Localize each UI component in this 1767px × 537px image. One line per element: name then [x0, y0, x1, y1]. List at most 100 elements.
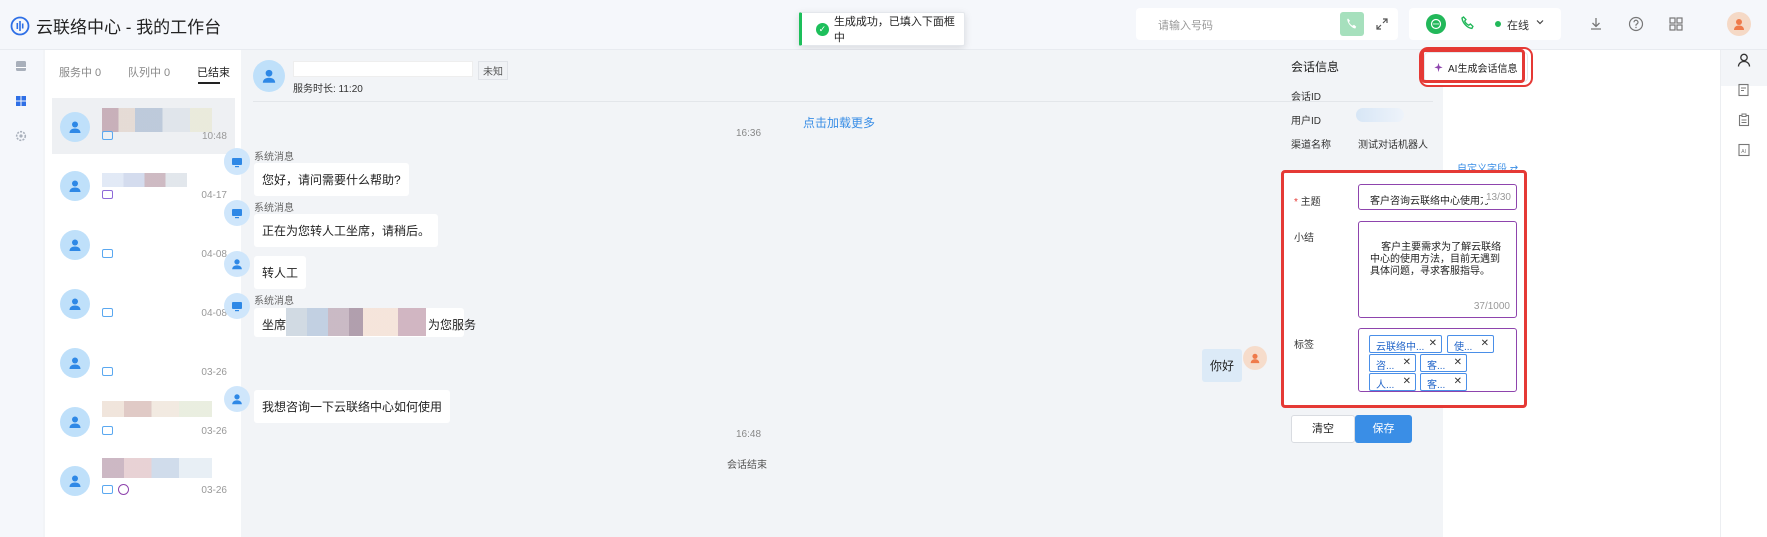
- close-icon[interactable]: ✕: [1454, 376, 1462, 387]
- tag-chip[interactable]: 咨... ✕: [1369, 354, 1416, 372]
- tags-input[interactable]: 云联络中... ✕ 使... ✕ 咨... ✕ 客... ✕ 人... ✕ 客... ✕: [1358, 328, 1517, 392]
- close-icon[interactable]: ✕: [1403, 376, 1411, 387]
- message-bubble-agent: 你好: [1202, 349, 1243, 382]
- left-nav: [0, 50, 43, 537]
- system-avatar: [224, 293, 250, 319]
- tag-chip[interactable]: 客... ✕: [1420, 373, 1467, 391]
- save-button[interactable]: 保存: [1355, 415, 1412, 443]
- channel-icon: [102, 367, 113, 376]
- tag-chip[interactable]: 使... ✕: [1447, 335, 1494, 353]
- session-info-title: 会话信息: [1291, 60, 1340, 74]
- system-message-label: 系统消息: [254, 296, 294, 307]
- phone-icon[interactable]: [1459, 14, 1477, 32]
- customer-tag: 未知: [478, 61, 508, 80]
- status-label[interactable]: 在线: [1507, 17, 1529, 33]
- help-icon[interactable]: [1626, 14, 1646, 34]
- close-icon[interactable]: ✕: [1481, 338, 1489, 349]
- conversation-item[interactable]: 04-17: [52, 157, 235, 213]
- conversation-time: 04-17: [201, 190, 227, 201]
- close-icon[interactable]: ✕: [1403, 357, 1411, 368]
- chat-icon[interactable]: [1426, 14, 1446, 34]
- logo-icon: [10, 16, 30, 36]
- message-text: 正在为您转人工坐席，请稍后。: [262, 224, 431, 238]
- active-tab-underline: [198, 82, 220, 84]
- conversation-item[interactable]: 10:48: [52, 98, 235, 154]
- settings-icon[interactable]: [13, 128, 29, 144]
- conversation-item[interactable]: 03-26: [52, 452, 235, 508]
- customer-avatar: [60, 466, 90, 496]
- summary-value: 客户主要需求为了解云联络中心的使用方法，目前无遇到具体问题，寻求客服指导。: [1370, 242, 1502, 277]
- system-message-label: 系统消息: [254, 152, 294, 163]
- conversation-time: 03-26: [201, 485, 227, 496]
- inbox-icon[interactable]: [13, 58, 29, 74]
- expand-icon[interactable]: [1372, 14, 1392, 34]
- redacted-name: [102, 108, 212, 132]
- subject-input[interactable]: 客户咨询云联络中心使用方 13/30: [1358, 184, 1517, 210]
- subject-value: 客户咨询云联络中心使用方: [1370, 196, 1490, 207]
- close-icon[interactable]: ✕: [1454, 357, 1462, 368]
- channel-icon: [102, 190, 113, 199]
- chat-header: 未知 服务时长: 11:20: [253, 58, 1433, 102]
- ai-generate-button[interactable]: AI生成会话信息: [1424, 52, 1528, 82]
- load-more-link[interactable]: 点击加载更多: [803, 114, 875, 131]
- subject-label-text: 主题: [1300, 197, 1321, 208]
- user-id-label: 用户ID: [1291, 116, 1321, 127]
- system-avatar: [224, 149, 250, 175]
- customer-avatar: [60, 112, 90, 142]
- ai-button-label: AI生成会话信息: [1448, 63, 1518, 75]
- close-icon[interactable]: ✕: [1429, 338, 1437, 349]
- online-dot: [1495, 21, 1501, 27]
- timestamp: 16:36: [736, 128, 762, 139]
- record-edit-icon[interactable]: [1735, 81, 1753, 99]
- message-text: 我想咨询一下云联络中心如何使用: [262, 400, 443, 414]
- conversation-time: 03-26: [201, 426, 227, 437]
- download-icon[interactable]: [1586, 14, 1606, 34]
- clipboard-icon[interactable]: [1735, 111, 1753, 129]
- conversation-tabs: 服务中 0 队列中 0 已结束: [45, 62, 241, 82]
- conversation-item[interactable]: 03-26: [52, 334, 235, 390]
- conversation-item[interactable]: 03-26: [52, 393, 235, 449]
- call-button[interactable]: [1340, 12, 1364, 36]
- apps-grid-icon[interactable]: [1666, 14, 1686, 34]
- tag-label: 咨...: [1376, 361, 1395, 372]
- top-bar: 云联络中心 - 我的工作台 ✓ 生成成功，已填入下面框中 请输入号码 在线: [0, 0, 1767, 50]
- message-bubble: 我想咨询一下云联络中心如何使用: [254, 390, 451, 423]
- channel-icon: [102, 131, 113, 140]
- workbench-icon[interactable]: [13, 93, 29, 109]
- channel-name-label: 渠道名称: [1291, 140, 1331, 151]
- clear-button[interactable]: 清空: [1291, 415, 1355, 443]
- message-text-post: 为您服务: [428, 318, 477, 332]
- conversation-item[interactable]: 04-08: [52, 275, 235, 331]
- tag-label: 人...: [1376, 380, 1395, 391]
- tag-chip[interactable]: 人... ✕: [1369, 373, 1416, 391]
- conversation-time: 04-08: [201, 308, 227, 319]
- phone-search-input[interactable]: 请输入号码: [1158, 17, 1213, 33]
- conversation-item[interactable]: 04-08: [52, 216, 235, 272]
- tag-label: 云联络中...: [1376, 342, 1425, 353]
- customer-avatar: [60, 289, 90, 319]
- tag-chip[interactable]: 云联络中... ✕: [1369, 335, 1442, 353]
- tags-label: 标签: [1294, 340, 1314, 351]
- tag-label: 使...: [1454, 342, 1473, 353]
- summary-counter: 37/1000: [1473, 301, 1510, 312]
- chevron-down-icon[interactable]: [1535, 17, 1545, 27]
- tag-chip[interactable]: 客... ✕: [1420, 354, 1467, 372]
- summary-textarea[interactable]: 客户主要需求为了解云联络中心的使用方法，目前无遇到具体问题，寻求客服指导。 37…: [1358, 221, 1517, 318]
- conversation-time: 04-08: [201, 249, 227, 260]
- tab-ended[interactable]: 已结束: [197, 64, 230, 80]
- redacted-name: [102, 458, 212, 478]
- right-nav: AI: [1720, 50, 1767, 537]
- channel-icon: [102, 308, 113, 317]
- message-text: 您好，请问需要什么帮助?: [262, 173, 401, 187]
- chat-panel: 未知 服务时长: 11:20 点击加载更多 16:36: [224, 50, 1443, 537]
- customer-avatar: [224, 386, 250, 412]
- customer-avatar: [224, 251, 250, 277]
- conversation-list: 服务中 0 队列中 0 已结束 10:48 04-17 04-08 04-08 …: [45, 50, 241, 537]
- user-avatar[interactable]: [1727, 12, 1751, 36]
- subject-counter: 13/30: [1482, 192, 1511, 203]
- customer-profile-icon[interactable]: [1735, 51, 1753, 69]
- tab-queue[interactable]: 队列中 0: [128, 64, 170, 80]
- tab-in-service[interactable]: 服务中 0: [59, 64, 101, 80]
- conversation-time: 10:48: [201, 131, 227, 142]
- ai-document-icon[interactable]: AI: [1735, 141, 1753, 159]
